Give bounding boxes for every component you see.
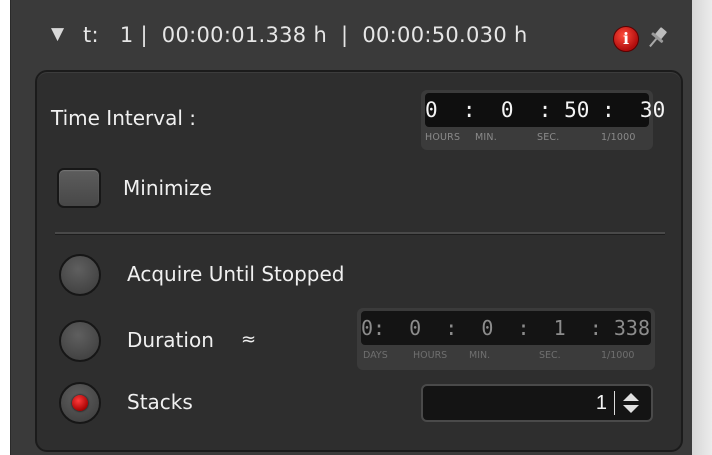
panel-header[interactable]: ▼ t: 1 | 00:00:01.338 h | 00:00:50.030 h… (11, 0, 693, 72)
triangle-down-icon[interactable]: ▼ (51, 24, 64, 44)
minimize-checkbox[interactable] (57, 168, 101, 208)
unit-ms: 1/1000 (601, 132, 636, 143)
spinbox-separator (614, 391, 615, 415)
spinner-arrows-icon[interactable] (621, 392, 641, 414)
duration-label: Duration (127, 328, 214, 352)
info-icon[interactable]: i (613, 26, 639, 52)
scrollbar-track[interactable] (692, 0, 712, 455)
unit-hours: HOURS (413, 350, 448, 361)
time-interval-label: Time Interval : (51, 106, 196, 130)
radio-selected-dot (72, 395, 88, 411)
radio-acquire-until-stopped[interactable] (59, 254, 101, 296)
stacks-label: Stacks (127, 390, 193, 414)
time-interval-value[interactable]: 0 : 0 : 50 : 30 (425, 93, 665, 127)
pin-icon[interactable] (641, 24, 673, 52)
divider (55, 232, 665, 235)
arrow-down-icon[interactable] (623, 405, 639, 413)
unit-days: DAYS (363, 350, 388, 361)
unit-sec: SEC. (539, 350, 561, 361)
unit-min: MIN. (469, 350, 491, 361)
radio-duration[interactable] (59, 320, 101, 362)
unit-ms: 1/1000 (601, 350, 635, 361)
duration-field: 0: 0 : 0 : 1 : 338 DAYS HOURS MIN. SEC. … (357, 308, 655, 370)
unit-sec: SEC. (537, 132, 560, 143)
arrow-up-icon[interactable] (623, 393, 639, 401)
stacks-spinbox[interactable]: 1 (421, 384, 653, 422)
approx-symbol: ≈ (241, 329, 257, 350)
duration-value: 0: 0 : 0 : 1 : 338 (361, 311, 651, 345)
settings-panel: Time Interval : 0 : 0 : 50 : 30 HOURS MI… (35, 70, 683, 452)
time-interval-field[interactable]: 0 : 0 : 50 : 30 HOURS MIN. SEC. 1/1000 (421, 90, 665, 150)
acquire-until-stopped-label: Acquire Until Stopped (127, 262, 345, 286)
minimize-label: Minimize (123, 176, 212, 200)
time-series-panel: ▼ t: 1 | 00:00:01.338 h | 00:00:50.030 h… (10, 0, 693, 455)
stacks-value[interactable]: 1 (596, 386, 607, 420)
header-summary: t: 1 | 00:00:01.338 h | 00:00:50.030 h (83, 23, 528, 47)
radio-stacks[interactable] (59, 382, 101, 424)
unit-min: MIN. (475, 132, 497, 143)
unit-hours: HOURS (425, 132, 461, 143)
